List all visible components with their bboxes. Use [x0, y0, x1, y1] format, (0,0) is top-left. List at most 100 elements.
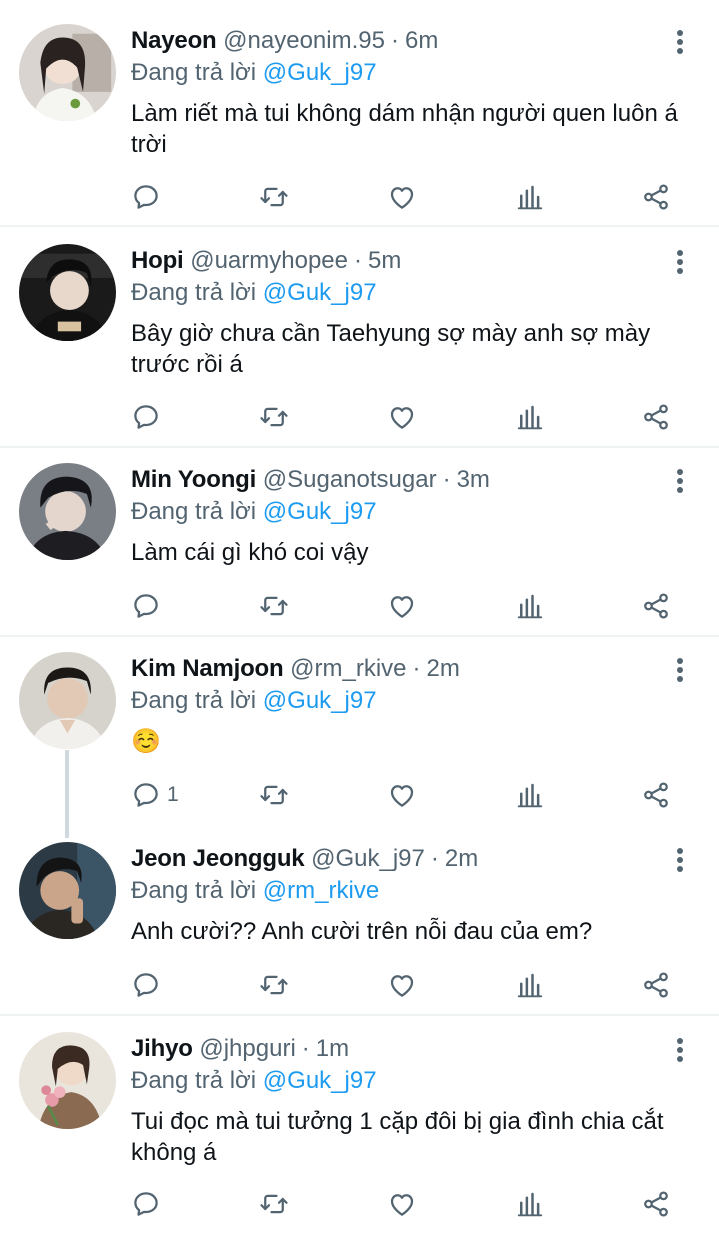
avatar[interactable]: [19, 652, 116, 749]
timestamp[interactable]: 6m: [405, 27, 438, 54]
replying-to-label: Đang trả lời: [131, 877, 257, 904]
tweet-item[interactable]: Min Yoongi @Suganotsugar · 3m Đang trả lời…: [0, 448, 719, 637]
retweet-button[interactable]: [259, 589, 289, 623]
like-button[interactable]: [387, 778, 417, 812]
reply-icon: [134, 405, 158, 429]
retweet-icon: [260, 407, 288, 427]
author-handle[interactable]: @nayeonim.95: [223, 27, 385, 54]
divider: [0, 1014, 719, 1016]
reply-button[interactable]: [131, 180, 167, 214]
timestamp[interactable]: 3m: [457, 466, 490, 493]
replying-to-label: Đang trả lời: [131, 687, 257, 714]
tweet-text: Bây giờ chưa cần Taehyung sợ mày anh sợ …: [131, 320, 651, 378]
more-icon[interactable]: [670, 845, 690, 875]
author-name[interactable]: Kim Namjoon: [131, 655, 284, 682]
mention-link[interactable]: @rm_rkive: [263, 877, 379, 904]
views-icon: [517, 185, 543, 210]
views-button[interactable]: [515, 180, 545, 214]
reply-button[interactable]: [131, 1187, 167, 1221]
share-button[interactable]: [641, 1187, 671, 1221]
views-button[interactable]: [515, 778, 545, 812]
more-icon[interactable]: [670, 466, 690, 496]
views-button[interactable]: [515, 400, 545, 434]
separator: ·: [442, 466, 451, 493]
author-handle[interactable]: @uarmyhopee: [190, 247, 348, 274]
tweet-item[interactable]: Kim Namjoon @rm_rkive · 2m Đang trả lời @G…: [0, 637, 719, 827]
views-button[interactable]: [515, 968, 545, 1002]
tweet-text: ☺️: [131, 728, 161, 755]
tweet-item[interactable]: Jeon Jeongguk @Guk_j97 · 2m Đang trả lời @…: [0, 827, 719, 1017]
tweet-item[interactable]: Jihyo @jhpguri · 1m Đang trả lời @Guk_j97 …: [0, 1017, 719, 1234]
timestamp[interactable]: 2m: [427, 655, 460, 682]
more-icon[interactable]: [670, 27, 690, 57]
share-button[interactable]: [641, 778, 671, 812]
reply-icon: [134, 973, 158, 997]
mention-link[interactable]: @Guk_j97: [263, 59, 377, 86]
timestamp[interactable]: 2m: [445, 845, 478, 872]
separator: ·: [390, 27, 399, 54]
views-icon: [517, 405, 543, 430]
reply-button[interactable]: 1: [131, 778, 179, 812]
separator: ·: [430, 845, 439, 872]
views-button[interactable]: [515, 1187, 545, 1221]
author-name[interactable]: Min Yoongi: [131, 466, 256, 493]
timestamp[interactable]: 1m: [316, 1035, 349, 1062]
like-icon: [390, 596, 414, 618]
separator: ·: [353, 247, 362, 274]
more-icon[interactable]: [670, 247, 690, 277]
replying-to-label: Đang trả lời: [131, 498, 257, 525]
mention-link[interactable]: @Guk_j97: [263, 279, 377, 306]
author-handle[interactable]: @Guk_j97: [311, 845, 425, 872]
more-icon[interactable]: [670, 1035, 690, 1065]
timestamp[interactable]: 5m: [368, 247, 401, 274]
retweet-button[interactable]: [259, 180, 289, 214]
like-button[interactable]: [387, 400, 417, 434]
author-name[interactable]: Hopi: [131, 247, 184, 274]
share-icon: [644, 593, 668, 619]
retweet-button[interactable]: [259, 778, 289, 812]
like-button[interactable]: [387, 180, 417, 214]
retweet-button[interactable]: [259, 400, 289, 434]
author-name[interactable]: Jeon Jeongguk: [131, 845, 305, 872]
tweet-text: Tui đọc mà tui tưởng 1 cặp đôi bị gia đì…: [131, 1108, 664, 1166]
avatar[interactable]: [19, 244, 116, 341]
views-icon: [517, 973, 543, 998]
mention-link[interactable]: @Guk_j97: [263, 498, 377, 525]
author-handle[interactable]: @Suganotsugar: [263, 466, 437, 493]
like-button[interactable]: [387, 1187, 417, 1221]
share-button[interactable]: [641, 968, 671, 1002]
author-handle[interactable]: @rm_rkive: [290, 655, 406, 682]
reply-button[interactable]: [131, 589, 167, 623]
share-icon: [644, 184, 668, 210]
avatar[interactable]: [19, 842, 116, 939]
reply-icon: [134, 594, 158, 618]
views-icon: [517, 1192, 543, 1217]
like-button[interactable]: [387, 589, 417, 623]
mention-link[interactable]: @Guk_j97: [263, 1067, 377, 1094]
share-button[interactable]: [641, 180, 671, 214]
share-button[interactable]: [641, 589, 671, 623]
avatar[interactable]: [19, 463, 116, 560]
avatar[interactable]: [19, 1032, 116, 1129]
more-icon[interactable]: [670, 655, 690, 685]
tweet-item[interactable]: Hopi @uarmyhopee · 5m Đang trả lời @Guk_j9…: [0, 228, 719, 448]
separator: ·: [412, 655, 421, 682]
replying-to-label: Đang trả lời: [131, 279, 257, 306]
retweet-button[interactable]: [259, 968, 289, 1002]
views-button[interactable]: [515, 589, 545, 623]
author-name[interactable]: Jihyo: [131, 1035, 193, 1062]
share-icon: [644, 404, 668, 430]
author-name[interactable]: Nayeon: [131, 27, 217, 54]
tweet-item[interactable]: Nayeon @nayeonim.95 · 6m Đang trả lời @Guk…: [0, 0, 719, 228]
share-button[interactable]: [641, 400, 671, 434]
author-handle[interactable]: @jhpguri: [199, 1035, 295, 1062]
mention-link[interactable]: @Guk_j97: [263, 687, 377, 714]
like-button[interactable]: [387, 968, 417, 1002]
retweet-icon: [260, 187, 288, 207]
share-icon: [644, 972, 668, 998]
avatar[interactable]: [19, 24, 116, 121]
separator: ·: [301, 1035, 310, 1062]
reply-button[interactable]: [131, 400, 167, 434]
retweet-button[interactable]: [259, 1187, 289, 1221]
reply-button[interactable]: [131, 968, 167, 1002]
